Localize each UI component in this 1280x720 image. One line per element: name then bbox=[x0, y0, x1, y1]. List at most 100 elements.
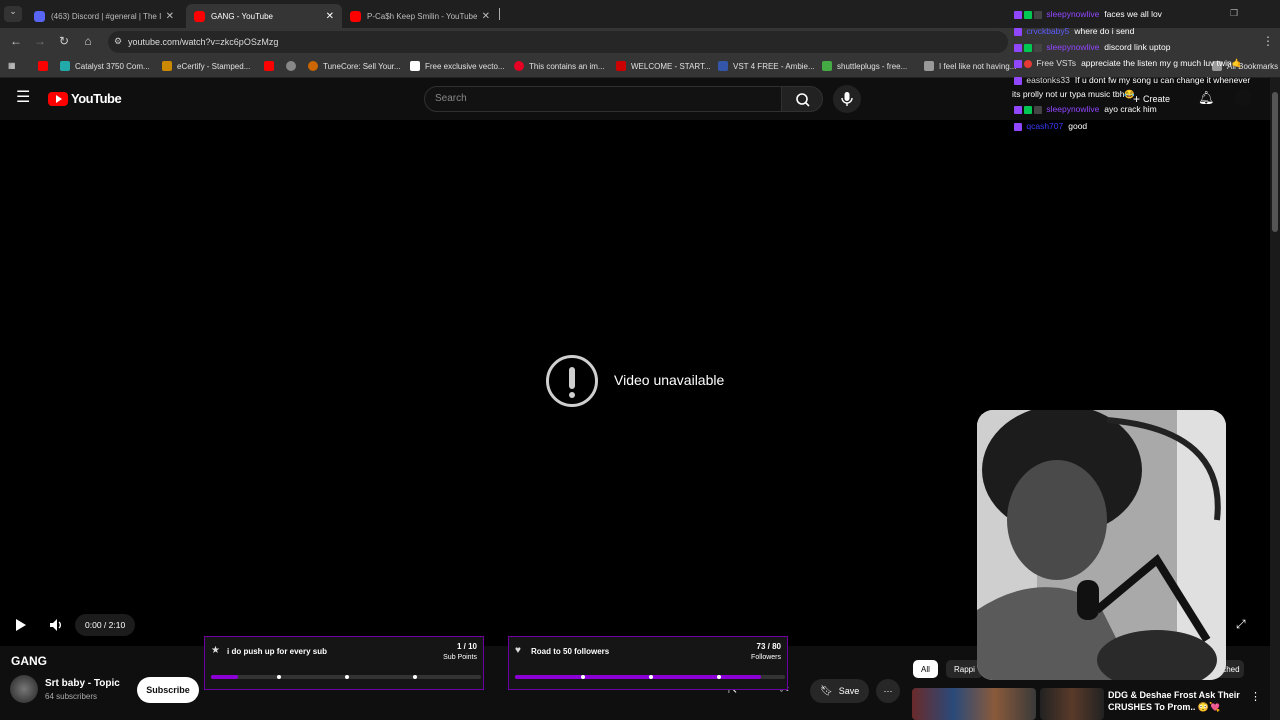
channel-avatar[interactable] bbox=[10, 675, 38, 703]
search-input[interactable]: Search bbox=[424, 86, 782, 112]
chat-message: qcash707 good bbox=[1014, 121, 1087, 131]
tab-label: (463) Discord | #general | The I bbox=[51, 11, 162, 21]
bookmark-welcome[interactable]: WELCOME - START... bbox=[616, 61, 711, 71]
bookmark-vst4free[interactable]: VST 4 FREE - Ambie... bbox=[718, 61, 815, 71]
speaker-badge-icon bbox=[1034, 43, 1042, 52]
chat-username: Free VSTs bbox=[1036, 58, 1077, 68]
reload-icon[interactable]: ↻ bbox=[56, 34, 72, 48]
goal-marker bbox=[345, 675, 349, 679]
volume-button[interactable] bbox=[48, 617, 64, 633]
bookmark-shuttleplugs[interactable]: shuttleplugs - free... bbox=[822, 61, 907, 71]
follower-goal-widget: ♥ Road to 50 followers 73 / 80 Followers bbox=[508, 636, 788, 690]
speaker-badge-icon bbox=[1034, 10, 1042, 19]
chat-message: eastonks33 If u dont fw my song u can cha… bbox=[1014, 75, 1250, 85]
apps-icon[interactable]: ▦ bbox=[8, 61, 16, 70]
hamburger-menu-icon[interactable]: ☰ bbox=[16, 90, 30, 106]
chat-message: sleepynowlive faces we all lov bbox=[1014, 9, 1162, 19]
forward-icon[interactable]: → bbox=[32, 34, 48, 48]
tab-gang-youtube[interactable]: GANG - YouTube ✕ bbox=[186, 4, 342, 28]
goal-marker bbox=[717, 675, 721, 679]
chat-text: appreciate the listen my g much luv twin… bbox=[1081, 58, 1243, 68]
more-actions-button[interactable]: ⋯ bbox=[876, 679, 900, 703]
discord-icon bbox=[34, 10, 45, 22]
verified-badge-icon bbox=[1024, 43, 1032, 52]
scrollbar[interactable] bbox=[1270, 78, 1280, 720]
bookmark-label: Catalyst 3750 Com... bbox=[75, 61, 150, 71]
related-video-thumbnail[interactable] bbox=[1040, 688, 1104, 720]
related-video-title[interactable]: DDG & Deshae Frost Ask Their CRUSHES To … bbox=[1108, 689, 1248, 713]
goal-unit: Followers bbox=[751, 654, 781, 661]
play-icon bbox=[16, 619, 26, 631]
back-icon[interactable]: ← bbox=[8, 34, 24, 48]
bookmark-youtube-2[interactable] bbox=[264, 61, 279, 71]
goal-marker bbox=[581, 675, 585, 679]
bookmark-icon bbox=[308, 61, 318, 71]
chat-text: where do i send bbox=[1074, 26, 1135, 36]
speaker-badge-icon bbox=[1034, 105, 1042, 114]
play-button[interactable] bbox=[14, 618, 28, 632]
voice-search-button[interactable] bbox=[833, 85, 861, 113]
avatar[interactable] bbox=[1234, 89, 1252, 107]
tab-search-button[interactable]: ⌄ bbox=[4, 6, 22, 22]
bookmark-ifeellike[interactable]: I feel like not having... bbox=[924, 61, 1016, 71]
menu-icon[interactable]: ⋮ bbox=[1260, 34, 1276, 48]
sub-badge-icon bbox=[1014, 59, 1022, 68]
site-info-icon[interactable]: ⚙ bbox=[114, 36, 122, 47]
goal-progress-track bbox=[515, 675, 785, 679]
sub-badge-icon bbox=[1014, 122, 1022, 131]
sub-badge-icon bbox=[1014, 76, 1022, 85]
tab-pcash-youtube[interactable]: P-Ca$h Keep Smilin - YouTube ✕ bbox=[342, 4, 498, 28]
close-icon[interactable]: ✕ bbox=[166, 11, 174, 22]
chat-text: faces we all lov bbox=[1104, 9, 1162, 19]
chip-all[interactable]: All bbox=[913, 660, 938, 678]
bookmark-vector[interactable]: Free exclusive vecto... bbox=[410, 61, 505, 71]
scrollbar-thumb[interactable] bbox=[1272, 92, 1278, 232]
youtube-logo[interactable]: YouTube bbox=[48, 91, 122, 106]
bookmark-youtube[interactable] bbox=[38, 61, 53, 71]
sub-badge-icon bbox=[1014, 43, 1022, 52]
more-icon: ⋯ bbox=[883, 685, 893, 696]
chat-username: crvckbaby5 bbox=[1026, 26, 1070, 36]
chat-text: ayo crack him bbox=[1104, 104, 1157, 114]
close-icon[interactable]: ✕ bbox=[482, 11, 490, 22]
close-icon[interactable]: ✕ bbox=[326, 11, 334, 22]
notifications-bell-icon[interactable]: 🔔︎ bbox=[1198, 90, 1215, 106]
save-button[interactable]: 🔖︎ Save bbox=[810, 679, 870, 703]
home-icon[interactable]: ⌂ bbox=[80, 34, 96, 48]
goal-marker bbox=[649, 675, 653, 679]
youtube-play-logo-icon bbox=[48, 91, 68, 106]
related-video-thumbnail[interactable] bbox=[912, 688, 1036, 720]
bookmark-ecertify[interactable]: eCertify - Stamped... bbox=[162, 61, 250, 71]
more-vert-icon[interactable]: ⋮ bbox=[1250, 690, 1261, 703]
tab-discord[interactable]: (463) Discord | #general | The I ✕ bbox=[26, 4, 182, 28]
goal-marker bbox=[413, 675, 417, 679]
chat-username: sleepynowlive bbox=[1046, 9, 1100, 19]
goal-count: 1 / 10 bbox=[456, 642, 477, 651]
bookmark-icon bbox=[410, 61, 420, 71]
search-button[interactable] bbox=[781, 86, 823, 112]
sub-badge-icon bbox=[1014, 10, 1022, 19]
bookmark-catalyst[interactable]: Catalyst 3750 Com... bbox=[60, 61, 150, 71]
bookmark-globe[interactable] bbox=[286, 61, 301, 71]
restore-icon[interactable]: ❐ bbox=[1230, 8, 1238, 19]
channel-name[interactable]: Srt baby - Topic bbox=[45, 678, 120, 689]
bookmark-label: WELCOME - START... bbox=[631, 61, 711, 71]
goal-progress-fill bbox=[515, 675, 761, 679]
webcam-overlay bbox=[977, 410, 1226, 680]
bookmark-pinterest[interactable]: This contains an im... bbox=[514, 61, 605, 71]
search-placeholder: Search bbox=[435, 93, 467, 104]
chat-message: its prolly not ur typa music tbh😂 bbox=[1012, 89, 1135, 100]
bookmark-icon bbox=[60, 61, 70, 71]
bookmark-tunecore[interactable]: TuneCore: Sell Your... bbox=[308, 61, 401, 71]
goal-progress-track bbox=[211, 675, 481, 679]
goal-title: i do push up for every sub bbox=[227, 647, 328, 656]
youtube-icon bbox=[350, 10, 361, 22]
tab-label: GANG - YouTube bbox=[211, 11, 273, 21]
youtube-wordmark: YouTube bbox=[71, 91, 122, 106]
fullscreen-icon[interactable]: ⤢ bbox=[1236, 617, 1246, 632]
goal-unit: Sub Points bbox=[443, 654, 477, 661]
subscribe-button[interactable]: Subscribe bbox=[137, 677, 199, 703]
verified-badge-icon bbox=[1024, 10, 1032, 19]
bookmark-label: shuttleplugs - free... bbox=[837, 61, 908, 71]
url-field[interactable]: ⚙ youtube.com/watch?v=zkc6pOSzMzg bbox=[108, 31, 1008, 53]
